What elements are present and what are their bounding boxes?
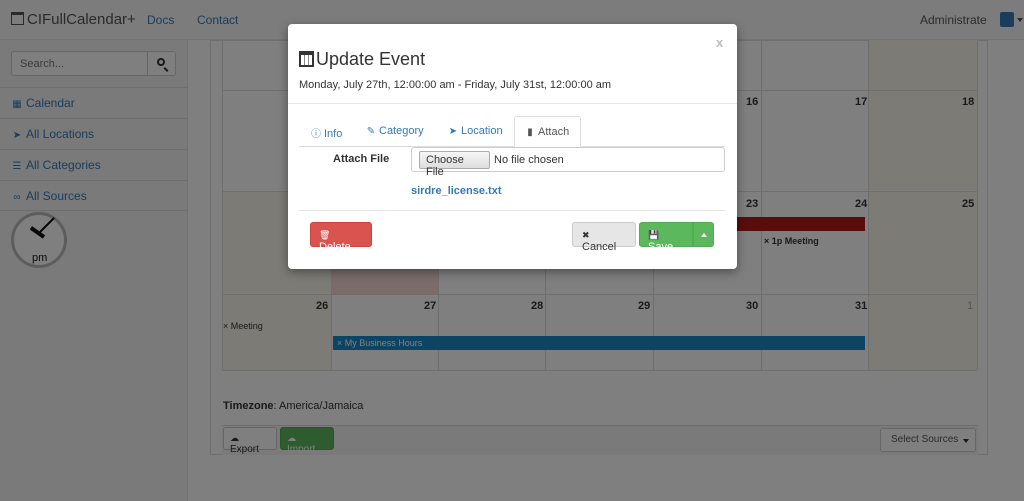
location-arrow-icon: ➤	[448, 126, 458, 137]
tab-info[interactable]: ⓘ Info	[311, 116, 342, 147]
tab-label: Info	[324, 128, 343, 140]
delete-label: Delete	[319, 241, 351, 253]
tab-category[interactable]: ✎ Category	[366, 116, 424, 147]
modal-title-text: Update Event	[316, 49, 426, 69]
event-date-range: Monday, July 27th, 12:00:00 am - Friday,…	[299, 79, 612, 91]
caret-up-icon	[701, 233, 707, 237]
modal-title: Update Event	[299, 49, 425, 70]
tab-label: Location	[461, 125, 503, 137]
modal-header-divider	[288, 103, 737, 104]
tab-label: Attach	[538, 126, 570, 138]
floppy-disk-icon: 💾	[648, 230, 660, 240]
cancel-label: Cancel	[582, 241, 617, 253]
file-icon: ▮	[527, 127, 533, 138]
choose-file-button[interactable]: Choose File	[419, 151, 490, 178]
tab-location[interactable]: ➤ Location	[448, 116, 503, 147]
calendar-icon	[299, 51, 314, 67]
close-icon: ✖	[582, 230, 590, 240]
delete-button[interactable]: 🗑Delete	[310, 222, 372, 253]
info-icon: ⓘ	[311, 129, 321, 140]
file-status-text: No file chosen	[494, 154, 564, 166]
modal-footer-divider	[299, 210, 725, 211]
brush-icon: ✎	[366, 126, 376, 137]
close-icon[interactable]: x	[716, 35, 723, 50]
attach-file-label: Attach File	[333, 153, 390, 165]
attached-file-link[interactable]: sirdre_license.txt	[411, 185, 502, 197]
save-label: Save	[648, 241, 674, 253]
trash-icon: 🗑	[319, 230, 331, 240]
save-options-toggle[interactable]	[693, 222, 714, 247]
tab-label: Category	[379, 125, 424, 137]
cancel-button[interactable]: ✖Cancel	[572, 222, 636, 253]
tab-attach[interactable]: ▮ Attach	[514, 116, 581, 147]
save-button[interactable]: 💾Save	[639, 222, 693, 253]
